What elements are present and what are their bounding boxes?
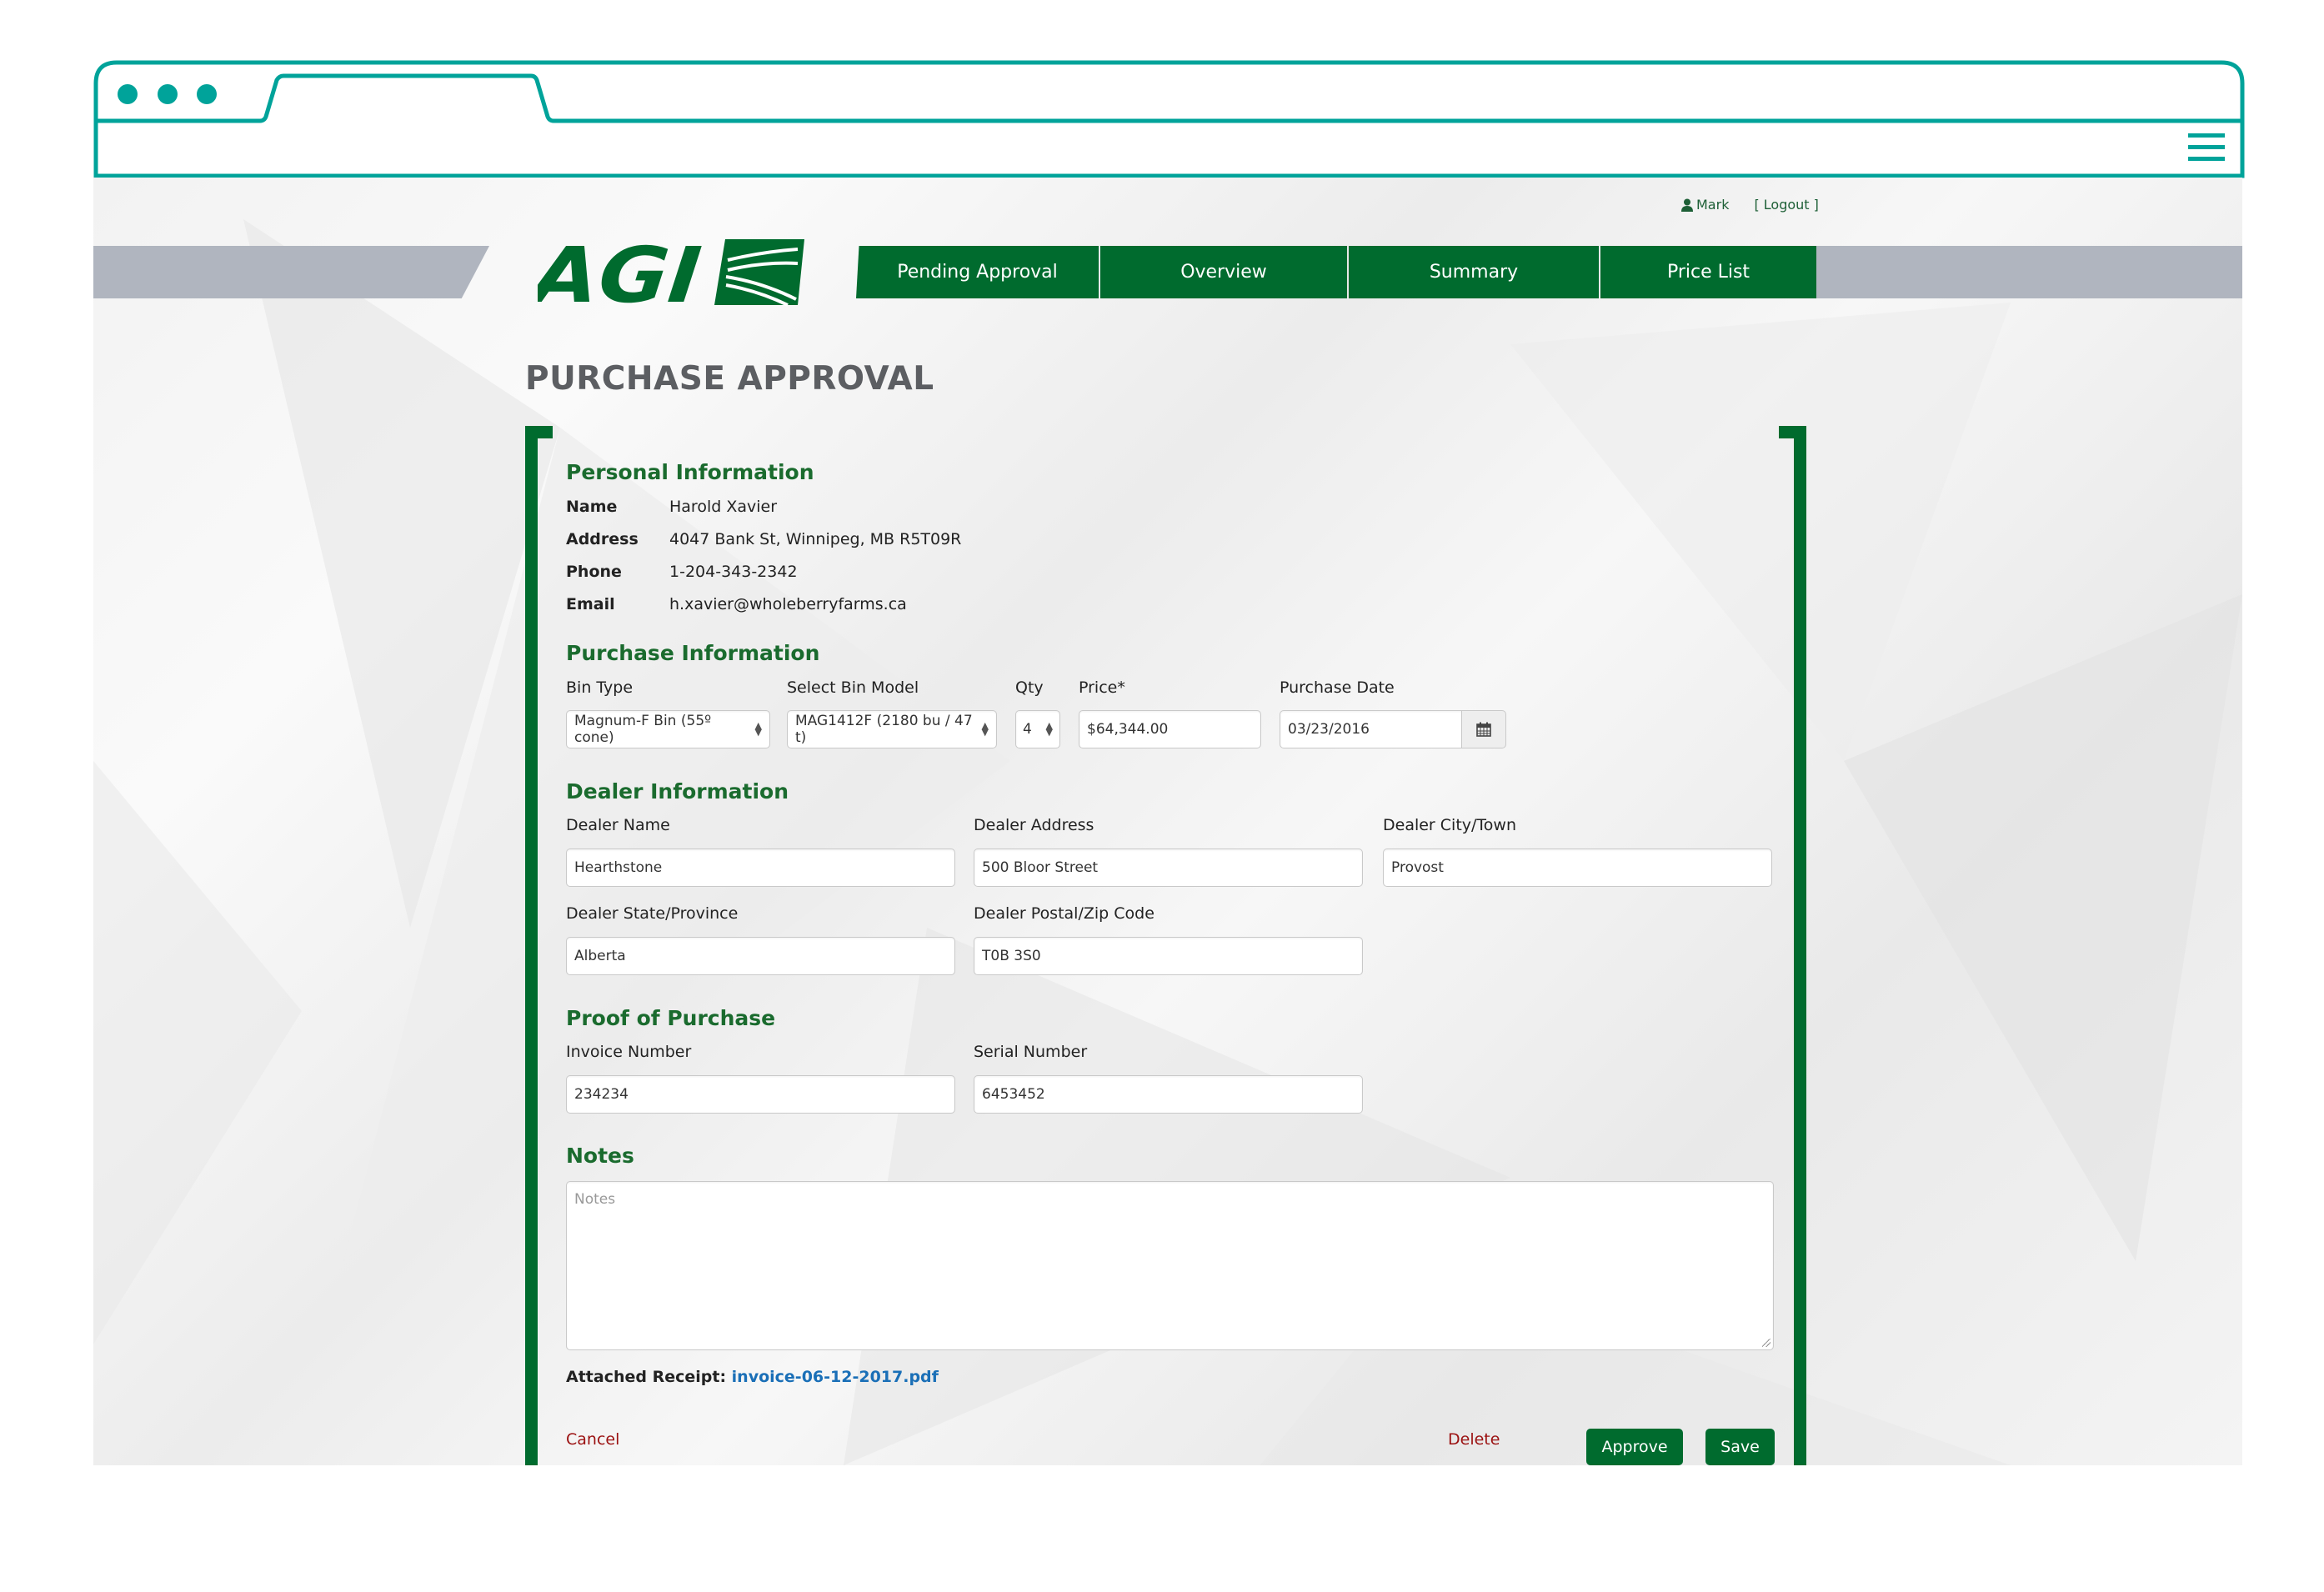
phone-label: Phone — [566, 563, 622, 581]
user-bar: Mark [ Logout ] — [1681, 197, 1819, 213]
select-arrows-icon: ▲ ▼ — [981, 720, 989, 738]
notes-heading: Notes — [566, 1144, 634, 1168]
dealer-name-input[interactable]: Hearthstone — [566, 849, 955, 887]
dealer-address-input[interactable]: 500 Bloor Street — [974, 849, 1363, 887]
main-nav: Pending Approval Overview Summary Price … — [856, 246, 1816, 298]
calendar-icon — [1476, 722, 1491, 737]
dealer-postal-input[interactable]: T0B 3S0 — [974, 937, 1363, 975]
dealer-state-input[interactable]: Alberta — [566, 937, 955, 975]
svg-text:AGI: AGI — [538, 237, 705, 307]
resize-handle-icon[interactable] — [1762, 1339, 1771, 1347]
calendar-button[interactable] — [1461, 710, 1506, 748]
nav-pending-approval[interactable]: Pending Approval — [856, 246, 1100, 298]
notes-textarea[interactable]: Notes — [566, 1181, 1774, 1350]
user-name: Mark — [1696, 197, 1730, 213]
select-arrows-icon: ▲ ▼ — [1045, 720, 1053, 738]
form-bracket-right — [1779, 426, 1806, 1465]
dealer-postal-value: T0B 3S0 — [982, 948, 1041, 964]
select-arrows-icon: ▲ ▼ — [754, 720, 762, 738]
dealer-name-value: Hearthstone — [574, 859, 663, 876]
dealer-address-value: 500 Bloor Street — [982, 859, 1099, 876]
dealer-state-label: Dealer State/Province — [566, 904, 739, 923]
bin-model-label: Select Bin Model — [787, 678, 919, 697]
invoice-value: 234234 — [574, 1086, 629, 1103]
purchase-date-value: 03/23/2016 — [1288, 721, 1370, 738]
address-label: Address — [566, 530, 639, 548]
serial-input[interactable]: 6453452 — [974, 1075, 1363, 1114]
email-label: Email — [566, 595, 615, 613]
name-label: Name — [566, 498, 618, 516]
purchase-date-input[interactable]: 03/23/2016 — [1280, 710, 1461, 748]
price-value: $64,344.00 — [1087, 721, 1169, 738]
invoice-input[interactable]: 234234 — [566, 1075, 955, 1114]
dealer-city-label: Dealer City/Town — [1383, 816, 1517, 834]
window-dot-1 — [118, 84, 138, 104]
price-input[interactable]: $64,344.00 — [1079, 710, 1261, 748]
dealer-city-input[interactable]: Provost — [1383, 849, 1772, 887]
bin-type-select[interactable]: Magnum-F Bin (55º cone) ▲ ▼ — [566, 710, 770, 748]
header-bar-right — [1816, 246, 2242, 298]
bin-type-value: Magnum-F Bin (55º cone) — [574, 713, 712, 746]
form-bracket-left — [525, 426, 553, 1465]
bin-model-value: MAG1412F (2180 bu / 47 t) — [795, 713, 973, 746]
window-dot-2 — [158, 84, 178, 104]
save-button[interactable]: Save — [1705, 1429, 1775, 1465]
email-value: h.xavier@wholeberryfarms.ca — [669, 595, 907, 613]
purchase-date-label: Purchase Date — [1280, 678, 1395, 697]
nav-overview[interactable]: Overview — [1100, 246, 1349, 298]
qty-value: 4 — [1023, 721, 1032, 738]
qty-label: Qty — [1015, 678, 1044, 697]
logout-link[interactable]: [ Logout ] — [1754, 197, 1818, 213]
browser-frame — [93, 60, 2245, 178]
invoice-label: Invoice Number — [566, 1043, 692, 1061]
serial-label: Serial Number — [974, 1043, 1088, 1061]
hamburger-icon[interactable] — [2188, 133, 2225, 162]
bin-model-select[interactable]: MAG1412F (2180 bu / 47 t) ▲ ▼ — [787, 710, 997, 748]
cancel-link[interactable]: Cancel — [566, 1430, 619, 1449]
nav-summary[interactable]: Summary — [1349, 246, 1600, 298]
dealer-info-heading: Dealer Information — [566, 779, 789, 804]
proof-heading: Proof of Purchase — [566, 1006, 776, 1030]
personal-info-heading: Personal Information — [566, 460, 814, 484]
agi-logo[interactable]: AGI — [523, 230, 809, 320]
page-title: PURCHASE APPROVAL — [525, 360, 934, 398]
purchase-date-group: 03/23/2016 — [1280, 710, 1506, 748]
browser-outline — [93, 60, 2245, 178]
price-label: Price* — [1079, 678, 1125, 697]
attached-receipt: Attached Receipt: invoice-06-12-2017.pdf — [566, 1368, 939, 1386]
bin-type-label: Bin Type — [566, 678, 634, 697]
window-dot-3 — [197, 84, 217, 104]
nav-price-list[interactable]: Price List — [1600, 246, 1816, 298]
receipt-label: Attached Receipt: — [566, 1368, 727, 1386]
header-bar-left — [93, 246, 489, 298]
user-menu[interactable]: Mark — [1681, 197, 1729, 213]
dealer-state-value: Alberta — [574, 948, 626, 964]
user-icon — [1681, 198, 1693, 212]
qty-select[interactable]: 4 ▲ ▼ — [1015, 710, 1060, 748]
dealer-postal-label: Dealer Postal/Zip Code — [974, 904, 1154, 923]
dealer-city-value: Provost — [1391, 859, 1444, 876]
receipt-file-link[interactable]: invoice-06-12-2017.pdf — [732, 1368, 939, 1386]
notes-placeholder: Notes — [574, 1191, 616, 1208]
bottom-margin — [0, 1465, 2324, 1592]
name-value: Harold Xavier — [669, 498, 778, 516]
purchase-info-heading: Purchase Information — [566, 641, 820, 665]
dealer-address-label: Dealer Address — [974, 816, 1094, 834]
approve-button[interactable]: Approve — [1586, 1429, 1683, 1465]
delete-link[interactable]: Delete — [1448, 1430, 1500, 1449]
address-value: 4047 Bank St, Winnipeg, MB R5T09R — [669, 530, 962, 548]
dealer-name-label: Dealer Name — [566, 816, 670, 834]
serial-value: 6453452 — [982, 1086, 1045, 1103]
phone-value: 1-204-343-2342 — [669, 563, 798, 581]
